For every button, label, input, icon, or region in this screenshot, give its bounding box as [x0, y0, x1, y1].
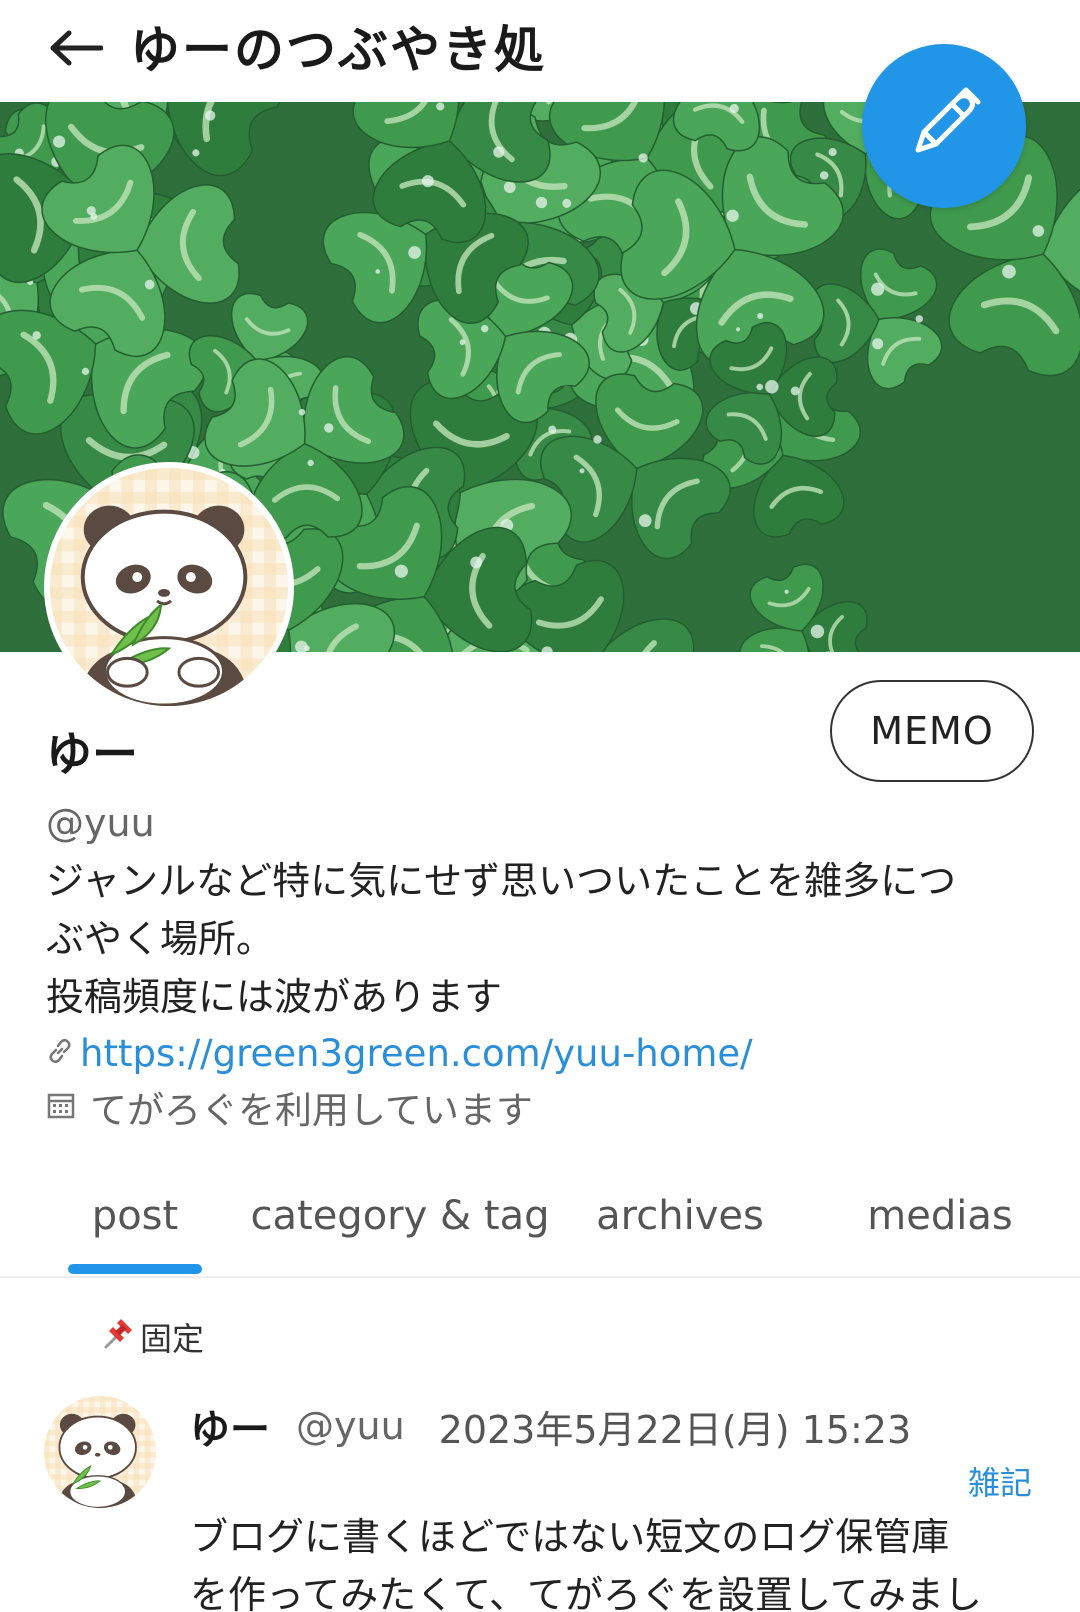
bio-line: ぶやく場所。 — [46, 917, 275, 961]
pen-icon — [904, 84, 984, 168]
post-body-line: を作ってみたくて、てがろぐを設置してみまし — [190, 1573, 982, 1612]
profile-using-row: てがろぐを利用しています — [46, 1082, 533, 1132]
profile-display-name: ゆー — [46, 727, 138, 781]
profile-link[interactable]: https://green3green.com/yuu-home/ — [80, 1032, 753, 1075]
bio-line: ジャンルなど特に気にせず思いついたことを雑多につ — [46, 859, 957, 903]
post-avatar[interactable] — [44, 1396, 156, 1508]
pinned-text: 固定 — [140, 1320, 205, 1358]
compose-button[interactable] — [862, 44, 1026, 208]
tab-category-tag[interactable]: category & tag — [250, 1168, 550, 1264]
post-body-line: ブログに書くほどではない短文のログ保管庫 — [190, 1515, 950, 1559]
post-category-link[interactable]: 雑記 — [968, 1458, 1032, 1504]
profile-handle: @yuu — [46, 801, 155, 845]
tab-medias[interactable]: medias — [840, 1168, 1040, 1264]
pinned-label: 固定 — [100, 1312, 204, 1362]
post-date[interactable]: 2023年5月22日(月) 15:23 — [439, 1399, 911, 1454]
profile-avatar[interactable] — [44, 462, 294, 712]
post-meta: ゆー @yuu 2023年5月22日(月) 15:23 — [190, 1396, 911, 1456]
active-tab-indicator — [68, 1264, 202, 1274]
profile-link-row: https://green3green.com/yuu-home/ — [46, 1028, 753, 1078]
calendar-icon — [46, 1090, 76, 1124]
back-arrow-icon — [47, 30, 104, 70]
back-button[interactable] — [40, 18, 110, 82]
post-author-handle[interactable]: @yuu — [296, 1404, 405, 1448]
tab-post[interactable]: post — [30, 1168, 240, 1264]
post-body: ブログに書くほどではない短文のログ保管庫 を作ってみたくて、てがろぐを設置してみ… — [190, 1508, 1050, 1612]
link-icon — [46, 1037, 74, 1069]
using-text: てがろぐを利用しています — [90, 1089, 533, 1132]
profile-tabs: post category & tag archives medias — [0, 1168, 1080, 1278]
memo-button[interactable]: MEMO — [830, 680, 1034, 782]
pushpin-icon — [100, 1315, 136, 1359]
bio-line: 投稿頻度には波があります — [46, 975, 503, 1019]
tab-archives[interactable]: archives — [580, 1168, 780, 1264]
post-author-name[interactable]: ゆー — [190, 1397, 270, 1455]
page-title: ゆーのつぶやき処 — [130, 21, 546, 79]
profile-bio: ジャンルなど特に気にせず思いついたことを雑多につ ぶやく場所。 投稿頻度には波が… — [46, 852, 1046, 1026]
